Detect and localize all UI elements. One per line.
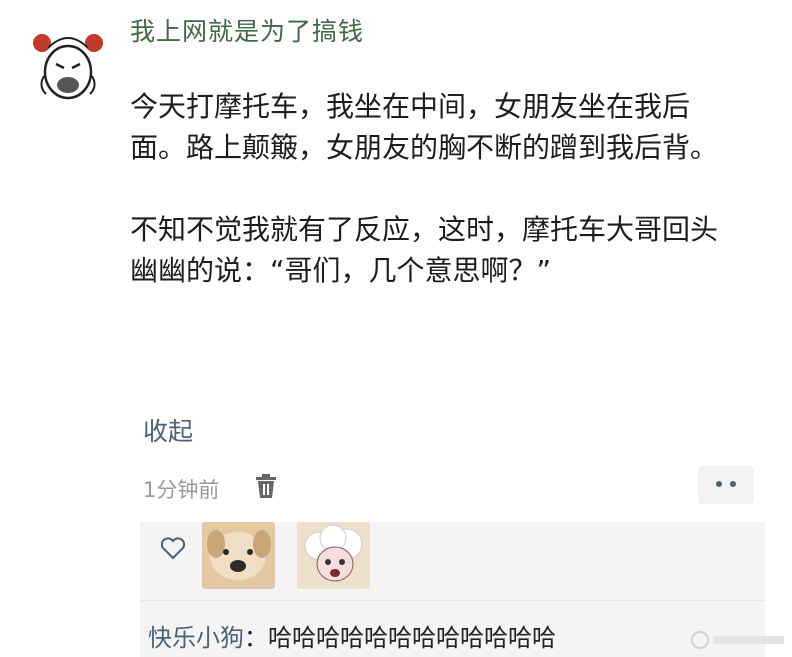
interaction-panel: 快乐小狗：哈哈哈哈哈哈哈哈哈哈哈哈 xyxy=(140,522,765,657)
liker-avatar-dog[interactable] xyxy=(202,522,275,589)
more-button[interactable] xyxy=(698,466,754,504)
more-dots-icon xyxy=(716,481,722,487)
sheep-avatar xyxy=(297,522,370,589)
post-paragraph: 不知不觉我就有了反应，这时，摩托车大哥回头幽幽的说：“哥们，几个意思啊？” xyxy=(130,213,719,287)
post-paragraph: 今天打摩托车，我坐在中间，女朋友坐在我后面。路上颠簸，女朋友的胸不断的蹭到我后背… xyxy=(130,90,719,164)
comment-text: 哈哈哈哈哈哈哈哈哈哈哈哈 xyxy=(268,624,556,652)
liker-avatar-sheep[interactable] xyxy=(297,522,370,589)
avatar[interactable] xyxy=(30,28,110,108)
post-time: 1分钟前 xyxy=(143,478,220,502)
heart-outline-icon[interactable] xyxy=(160,536,186,560)
post-content: 今天打摩托车，我坐在中间，女朋友坐在我后面。路上颠簸，女朋友的胸不断的蹭到我后背… xyxy=(130,86,740,291)
comment-row[interactable]: 快乐小狗：哈哈哈哈哈哈哈哈哈哈哈哈 xyxy=(148,618,556,653)
comment-separator: ： xyxy=(244,624,268,652)
username[interactable]: 我上网就是为了搞钱 xyxy=(130,12,364,48)
dog-avatar xyxy=(202,522,275,589)
weibo-watermark-icon xyxy=(691,631,784,649)
more-dots-icon xyxy=(730,481,736,487)
comment-author[interactable]: 快乐小狗 xyxy=(148,624,244,652)
post-meta: 1分钟前 xyxy=(143,466,754,506)
collapse-link[interactable]: 收起 xyxy=(143,412,193,448)
panel-divider xyxy=(140,600,765,601)
cartoon-girl-avatar-icon xyxy=(33,34,103,100)
trash-icon[interactable] xyxy=(254,473,278,499)
